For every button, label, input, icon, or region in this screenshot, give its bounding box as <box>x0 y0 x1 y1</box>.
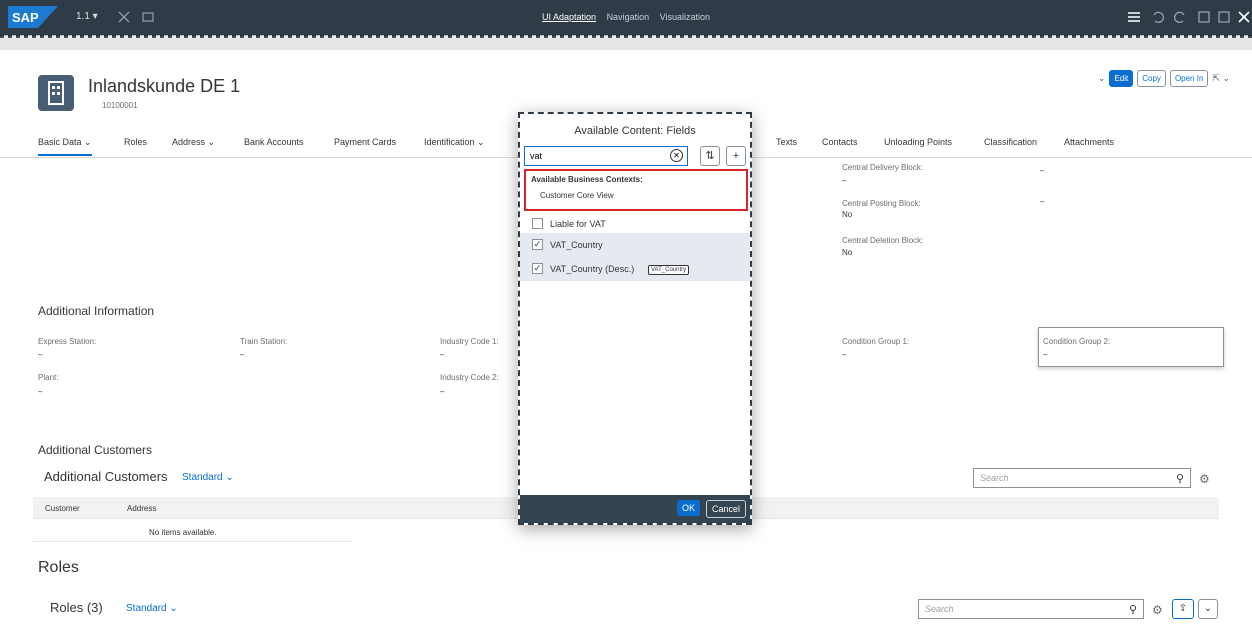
condition-group-1-label: Condition Group 1: <box>842 337 910 346</box>
tooltip: VAT_Country <box>648 265 690 275</box>
additional-customers-section-title: Additional Customers <box>38 443 153 457</box>
central-posting-value: No <box>842 210 853 219</box>
header-band <box>0 38 1252 50</box>
adaptation-toolbar: SAP 1.1 ▾ UI Adaptation Navigation Visua… <box>0 0 1252 38</box>
redo-icon[interactable] <box>1172 9 1188 25</box>
field-label: VAT_Country <box>550 240 603 250</box>
checkbox[interactable]: ✓ <box>532 239 543 250</box>
industry-code-2-value: – <box>440 387 445 396</box>
tab-payment-cards[interactable]: Payment Cards <box>334 137 396 147</box>
roles-table-title: Roles (3) <box>50 600 103 615</box>
field-search-input[interactable]: vat ✕ <box>524 146 688 166</box>
search-icon[interactable]: ⚲ <box>1129 603 1137 616</box>
no-items-text: No items available. <box>149 528 217 537</box>
condition-group-2-value: – <box>1043 350 1048 359</box>
tab-bank-accounts[interactable]: Bank Accounts <box>244 137 304 147</box>
central-deletion-label: Central Deletion Block: <box>842 236 924 245</box>
tab-roles[interactable]: Roles <box>124 137 147 147</box>
edit-button[interactable]: Edit <box>1109 70 1134 87</box>
field-label: Liable for VAT <box>550 219 606 229</box>
plant-value: – <box>38 387 43 396</box>
mode-switcher: UI Adaptation Navigation Visualization <box>0 12 1252 22</box>
cancel-button[interactable]: Cancel <box>705 500 746 518</box>
column-customer: Customer <box>45 504 80 513</box>
checkbox[interactable] <box>532 218 543 229</box>
tab-navigation[interactable]: Navigation <box>607 12 650 22</box>
save-icon[interactable] <box>1216 9 1232 25</box>
chevron-down-icon[interactable]: ⌄ <box>1198 599 1218 619</box>
table-empty-row: No items available. <box>33 520 353 542</box>
plant-label: Plant: <box>38 373 59 382</box>
add-icon[interactable]: + <box>726 146 746 166</box>
additional-customers-search[interactable]: Search ⚲ <box>973 468 1191 488</box>
condition-group-1-value: – <box>842 350 847 359</box>
condition-group-2-label: Condition Group 2: <box>1043 337 1111 346</box>
dialog-title: Available Content: Fields <box>574 125 696 137</box>
central-deletion-value: No <box>842 248 853 257</box>
roles-search[interactable]: Search ⚲ <box>918 599 1144 619</box>
available-content-dialog: Available Content: Fields vat ✕ ⇅ + Avai… <box>518 112 752 525</box>
central-delivery-label: Central Delivery Block: <box>842 163 923 172</box>
tab-visualization[interactable]: Visualization <box>660 12 710 22</box>
menu-icon[interactable] <box>1126 9 1142 25</box>
checkbox[interactable]: ✓ <box>532 263 543 274</box>
roles-variant-select[interactable]: Standard ⌄ <box>126 603 178 614</box>
settings-icon[interactable]: ⚙ <box>1199 472 1210 486</box>
block-value-dash: – <box>1040 197 1045 206</box>
tab-basic-data[interactable]: Basic Data ⌄ <box>38 137 92 156</box>
business-contexts-heading: Available Business Contexts: <box>531 175 643 184</box>
tab-ui-adaptation[interactable]: UI Adaptation <box>542 12 596 22</box>
express-station-value: – <box>38 350 43 359</box>
dialog-footer: OK Cancel <box>520 495 750 523</box>
clear-icon[interactable]: ✕ <box>670 149 683 162</box>
tab-attachments[interactable]: Attachments <box>1064 137 1114 147</box>
condition-group-2-field[interactable]: Condition Group 2: – <box>1038 327 1224 367</box>
reset-icon[interactable] <box>1196 9 1212 25</box>
header-actions: ⌄ Edit Copy Open In ⇱ ⌄ <box>1098 70 1230 87</box>
share-icon[interactable]: ⇱ ⌄ <box>1212 73 1230 84</box>
variant-select[interactable]: Standard ⌄ <box>182 472 234 483</box>
tab-identification[interactable]: Identification ⌄ <box>424 137 485 148</box>
ok-button[interactable]: OK <box>676 500 700 516</box>
customer-id: 10100001 <box>102 101 138 110</box>
business-context-item: Customer Core View <box>540 191 614 200</box>
column-address: Address <box>127 504 157 513</box>
tab-unloading-points[interactable]: Unloading Points <box>884 137 952 147</box>
field-row-vat-country[interactable]: ✓ VAT_Country <box>520 233 750 257</box>
building-icon <box>38 75 74 111</box>
block-value-dash: – <box>1040 166 1045 175</box>
search-icon[interactable]: ⚲ <box>1176 472 1184 485</box>
industry-code-1-label: Industry Code 1: <box>440 337 499 346</box>
additional-customers-table-title: Additional Customers <box>44 469 168 484</box>
field-row-vat-country-desc[interactable]: ✓ VAT_Country (Desc.) VAT_Country <box>520 257 750 281</box>
business-contexts-panel: Available Business Contexts: Customer Co… <box>524 169 748 211</box>
copy-button[interactable]: Copy <box>1137 70 1166 87</box>
sort-icon[interactable]: ⇅ <box>700 146 720 166</box>
export-icon[interactable]: ⇪ <box>1172 599 1194 619</box>
train-station-value: – <box>240 350 245 359</box>
close-icon[interactable] <box>1236 9 1252 25</box>
chevron-down-icon[interactable]: ⌄ <box>1098 73 1106 84</box>
tab-classification[interactable]: Classification <box>984 137 1037 147</box>
express-station-label: Express Station: <box>38 337 97 346</box>
industry-code-2-label: Industry Code 2: <box>440 373 499 382</box>
tab-texts[interactable]: Texts <box>776 137 797 147</box>
central-delivery-value: – <box>842 176 847 185</box>
tab-contacts[interactable]: Contacts <box>822 137 858 147</box>
central-posting-label: Central Posting Block: <box>842 199 921 208</box>
open-in-button[interactable]: Open In <box>1169 70 1209 87</box>
roles-section-title: Roles <box>38 559 79 576</box>
industry-code-1-value: – <box>440 350 445 359</box>
additional-information-title: Additional Information <box>38 304 155 318</box>
train-station-label: Train Station: <box>240 337 288 346</box>
undo-icon[interactable] <box>1150 9 1166 25</box>
settings-icon[interactable]: ⚙ <box>1152 603 1163 617</box>
field-label: VAT_Country (Desc.) <box>550 264 635 274</box>
tab-address[interactable]: Address ⌄ <box>172 137 215 148</box>
page-title: Inlandskunde DE 1 <box>88 76 241 96</box>
